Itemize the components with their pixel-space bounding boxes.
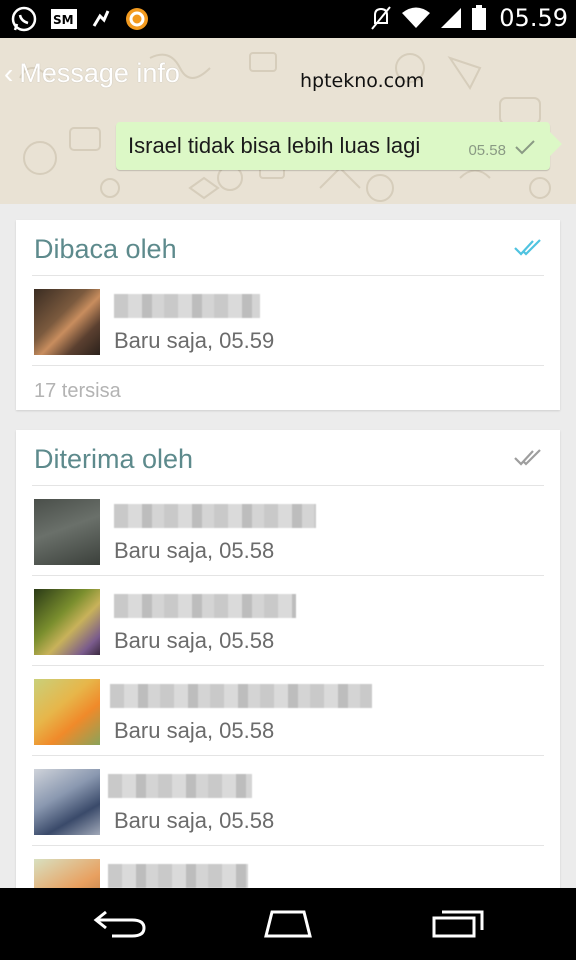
sm-icon: SM <box>50 7 78 31</box>
contact-row[interactable]: Baru saja, 05.58 <box>32 576 544 666</box>
message-info-content[interactable]: Dibaca oleh Baru saja, 05.59 17 tersisa … <box>0 204 576 888</box>
blurred-contact-name <box>110 684 372 708</box>
page-title: Message info <box>19 58 180 88</box>
watermark: hptekno.com <box>300 70 425 92</box>
contact-row[interactable]: Baru saja, 05.59 <box>32 276 544 366</box>
avatar <box>34 499 100 565</box>
remaining-count: 17 tersisa <box>34 380 121 402</box>
delivered-ticks-icon <box>514 448 544 473</box>
wifi-icon <box>401 6 431 30</box>
chevron-left-icon: ‹ <box>4 57 14 89</box>
battery-icon <box>471 5 487 31</box>
blurred-contact-name <box>114 594 296 618</box>
read-by-title: Dibaca oleh <box>34 234 177 264</box>
message-header: ‹ Message info hptekno.com Israel tidak … <box>0 38 576 204</box>
signal-icon <box>439 6 463 30</box>
contact-row[interactable]: Baru saja, 05.58 <box>32 756 544 846</box>
mute-icon <box>369 5 393 31</box>
home-icon[interactable] <box>258 906 318 945</box>
message-time: 05.58 <box>468 142 506 159</box>
delivered-time: Baru saja, 05.58 <box>114 538 275 563</box>
delivered-time: Baru saja, 05.58 <box>114 628 275 653</box>
svg-text:SM: SM <box>53 13 74 27</box>
delivered-time: Baru saja, 05.58 <box>114 718 275 743</box>
message-text: Israel tidak bisa lebih luas lagi <box>128 133 421 158</box>
blurred-contact-name <box>114 504 316 528</box>
read-time: Baru saja, 05.59 <box>114 328 275 353</box>
avatar <box>34 769 100 835</box>
message-bubble: Israel tidak bisa lebih luas lagi 05.58 <box>116 122 562 170</box>
avatar <box>34 859 100 888</box>
contact-row[interactable]: Baru saja, 05.58 <box>32 486 544 576</box>
delivered-to-card: Diterima oleh Baru saja, 05.58 Baru saja… <box>16 430 560 888</box>
blurred-contact-name <box>108 774 252 798</box>
status-bar: SM 05.59 <box>0 0 576 38</box>
delivered-to-title: Diterima oleh <box>34 444 194 474</box>
notification-icon <box>90 8 112 30</box>
read-by-card: Dibaca oleh Baru saja, 05.59 17 tersisa <box>16 220 560 410</box>
contact-row[interactable]: Baru saja, 05.58 <box>32 666 544 756</box>
delivered-time: Baru saja, 05.58 <box>114 808 275 833</box>
avatar <box>34 589 100 655</box>
whatsapp-icon <box>10 5 38 33</box>
avatar <box>34 679 100 745</box>
back-icon[interactable] <box>92 906 148 945</box>
recents-icon[interactable] <box>430 906 486 945</box>
sent-check-icon <box>514 139 536 160</box>
navigation-bar <box>0 888 576 960</box>
blurred-contact-name <box>114 294 260 318</box>
avatar <box>34 289 100 355</box>
blurred-contact-name <box>108 864 248 888</box>
contact-row[interactable] <box>32 846 544 888</box>
read-ticks-icon <box>514 238 544 263</box>
status-time: 05.59 <box>499 4 568 32</box>
app-icon <box>124 6 150 32</box>
back-button[interactable]: ‹ Message info <box>4 58 180 89</box>
